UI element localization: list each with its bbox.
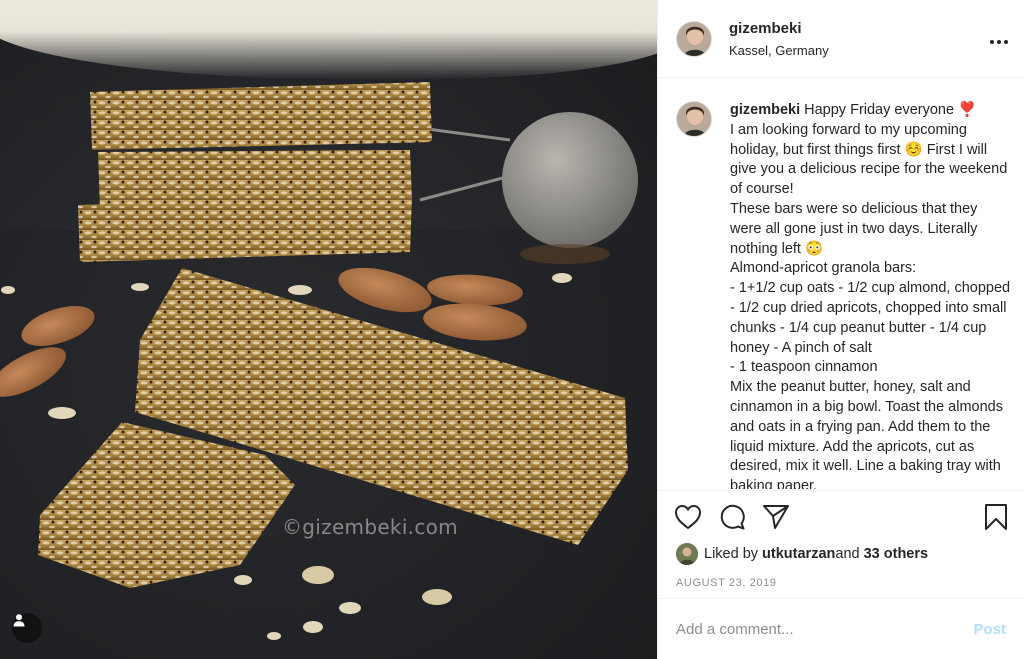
likes-middle: and [835, 546, 860, 562]
likes-row: Liked by utkutarzan and 33 others [658, 543, 1024, 565]
user-icon [13, 614, 25, 627]
more-options-button[interactable] [990, 28, 1008, 49]
photo-watermark: ©gizembeki.com [282, 515, 458, 539]
profile-photo-icon [677, 21, 711, 56]
post-side-panel: gizembeki Kassel, Germany gizembeki Happ… [657, 0, 1024, 659]
post-header: gizembeki Kassel, Germany [658, 0, 1024, 78]
comment-icon [720, 504, 745, 530]
header-text: gizembeki Kassel, Germany [729, 20, 990, 58]
action-bar [658, 491, 1024, 543]
caption-avatar[interactable] [676, 101, 712, 137]
heart-icon [674, 504, 702, 530]
profile-photo-icon [676, 543, 698, 565]
caption-text: Happy Friday everyone ❣️ I am looking fo… [730, 102, 1011, 489]
liker-username[interactable]: utkutarzan [762, 546, 835, 562]
post-comment-button[interactable]: Post [973, 621, 1006, 638]
post-caption: gizembeki Happy Friday everyone ❣️ I am … [730, 101, 1012, 489]
likes-prefix: Liked by [704, 546, 759, 562]
share-button[interactable] [762, 504, 790, 530]
avatar[interactable] [676, 20, 712, 57]
header-username[interactable]: gizembeki [729, 20, 990, 37]
likes-others-link[interactable]: 33 others [864, 546, 928, 562]
comment-input[interactable] [676, 620, 974, 638]
post-photo[interactable]: ©gizembeki.com [0, 0, 657, 659]
like-button[interactable] [674, 504, 702, 530]
post-actions-section: Liked by utkutarzan and 33 others AUGUST… [658, 490, 1024, 589]
caption-username[interactable]: gizembeki [730, 102, 800, 118]
save-button[interactable] [984, 503, 1008, 531]
profile-photo-icon [677, 102, 711, 136]
comment-bar: Post [658, 598, 1024, 659]
bookmark-icon [985, 504, 1007, 530]
granola-bars-illustration [0, 82, 657, 659]
liker-avatar[interactable] [676, 543, 698, 565]
comment-button[interactable] [718, 503, 746, 531]
caption-area: gizembeki Happy Friday everyone ❣️ I am … [658, 79, 1024, 489]
post-date[interactable]: AUGUST 23, 2019 [658, 577, 1024, 589]
send-icon [763, 505, 789, 529]
more-horizontal-icon [990, 40, 1008, 44]
header-location[interactable]: Kassel, Germany [729, 43, 990, 58]
tagged-users-button[interactable] [12, 613, 42, 643]
